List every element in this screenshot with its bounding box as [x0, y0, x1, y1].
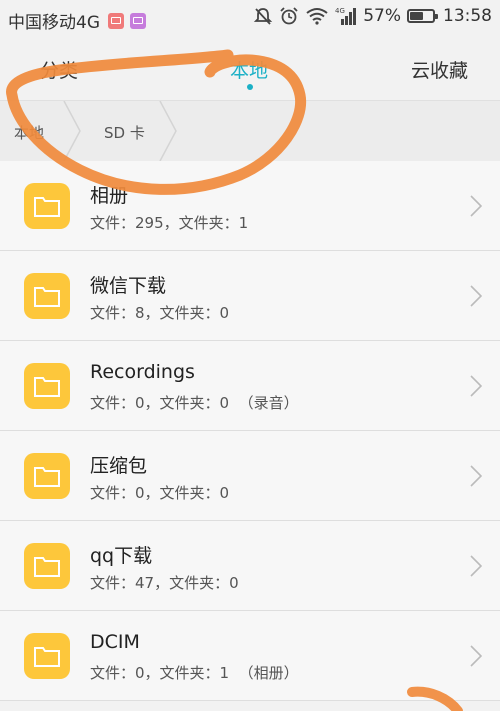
breadcrumb: 本地 SD 卡	[0, 100, 500, 162]
folder-info: 文件：295，文件夹：1	[90, 214, 249, 232]
folder-name: 微信下载	[90, 275, 167, 297]
status-bar: 中国移动4G 4G 57% 13:58	[0, 0, 500, 36]
mail-notification-icon	[108, 12, 124, 29]
folder-name: 压缩包	[90, 455, 148, 477]
folder-info: 文件：8，文件夹：0	[90, 304, 230, 322]
chevron-right-icon	[470, 465, 482, 487]
breadcrumb-separator-icon	[63, 101, 81, 161]
status-left: 中国移动4G	[8, 8, 146, 33]
mute-icon	[253, 6, 273, 26]
breadcrumb-item-sd-card[interactable]: SD 卡	[104, 122, 145, 143]
folder-row-dcim[interactable]: DCIM 文件：0，文件夹：1 （相册）	[0, 611, 500, 701]
clock: 13:58	[443, 6, 492, 26]
tab-local[interactable]: 本地	[230, 56, 268, 83]
folder-info: 文件：0，文件夹：0	[90, 484, 230, 502]
alarm-icon	[279, 6, 299, 26]
folder-name: Recordings	[90, 361, 195, 383]
folder-row-wechat-downloads[interactable]: 微信下载 文件：8，文件夹：0	[0, 251, 500, 341]
battery-fill	[410, 12, 423, 20]
chevron-right-icon	[470, 645, 482, 667]
folder-row-recordings[interactable]: Recordings 文件：0，文件夹：0 （录音）	[0, 341, 500, 431]
tab-cloud-favorites[interactable]: 云收藏	[411, 56, 468, 83]
tab-category[interactable]: 分类	[40, 56, 78, 83]
cellular-signal-icon: 4G	[335, 6, 357, 26]
wifi-icon	[305, 7, 329, 25]
folder-info: 文件：0，文件夹：1 （相册）	[90, 664, 299, 682]
chevron-right-icon	[470, 555, 482, 577]
folder-list: 相册 文件：295，文件夹：1 微信下载 文件：8，文件夹：0 Recordin…	[0, 161, 500, 701]
folder-icon	[24, 543, 70, 589]
folder-row-archives[interactable]: 压缩包 文件：0，文件夹：0	[0, 431, 500, 521]
folder-name: DCIM	[90, 631, 140, 653]
folder-icon	[24, 183, 70, 229]
chevron-right-icon	[470, 285, 482, 307]
battery-icon	[407, 9, 438, 23]
gallery-notification-icon	[130, 12, 146, 29]
breadcrumb-separator-icon	[159, 101, 177, 161]
breadcrumb-item-local[interactable]: 本地	[14, 122, 44, 143]
folder-info: 文件：47，文件夹：0	[90, 574, 239, 592]
carrier-label: 中国移动4G	[8, 13, 100, 33]
folder-info: 文件：0，文件夹：0 （录音）	[90, 394, 299, 412]
chevron-right-icon	[470, 195, 482, 217]
folder-icon	[24, 633, 70, 679]
folder-icon	[24, 273, 70, 319]
tab-bar: 分类 本地 云收藏	[0, 36, 500, 100]
active-tab-indicator	[247, 84, 253, 90]
folder-name: qq下载	[90, 545, 153, 567]
folder-row-photo-album[interactable]: 相册 文件：295，文件夹：1	[0, 161, 500, 251]
battery-percent: 57%	[363, 6, 401, 26]
status-right: 4G 57% 13:58	[253, 6, 492, 26]
folder-icon	[24, 453, 70, 499]
folder-row-qq-downloads[interactable]: qq下载 文件：47，文件夹：0	[0, 521, 500, 611]
folder-icon	[24, 363, 70, 409]
folder-name: 相册	[90, 185, 129, 207]
svg-text:4G: 4G	[335, 7, 345, 15]
chevron-right-icon	[470, 375, 482, 397]
